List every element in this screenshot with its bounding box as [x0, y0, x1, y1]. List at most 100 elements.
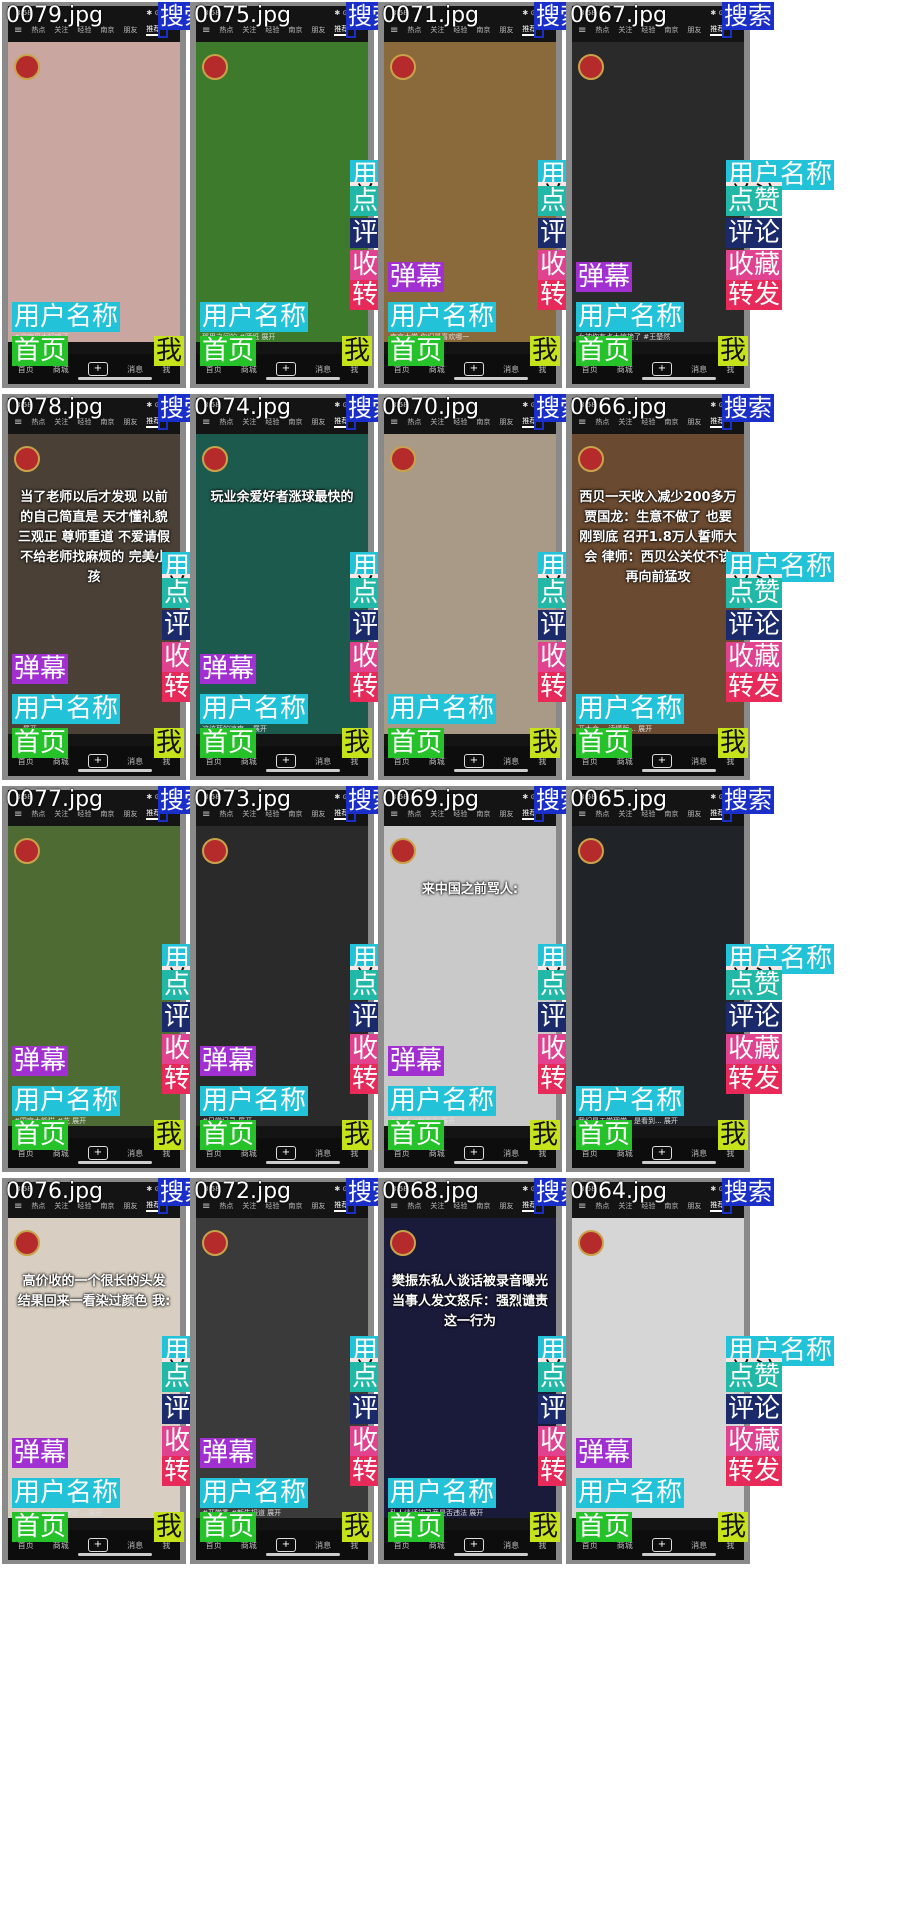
- create-button[interactable]: +: [275, 1146, 296, 1160]
- nav-tab[interactable]: 朋友: [311, 25, 325, 35]
- create-button[interactable]: +: [651, 1538, 672, 1552]
- nav-tab[interactable]: 朋友: [687, 1201, 701, 1211]
- bottom-tab[interactable]: 消息: [691, 756, 707, 767]
- video-content[interactable]: [384, 42, 556, 342]
- avatar[interactable]: [390, 1230, 416, 1256]
- bottom-tab[interactable]: 消息: [691, 364, 707, 375]
- avatar[interactable]: [390, 54, 416, 80]
- bottom-tab[interactable]: 消息: [315, 756, 331, 767]
- create-button[interactable]: +: [651, 754, 672, 768]
- bottom-tab[interactable]: 消息: [127, 364, 143, 375]
- create-button[interactable]: +: [87, 1146, 108, 1160]
- nav-tab[interactable]: 朋友: [123, 417, 137, 427]
- avatar[interactable]: [578, 838, 604, 864]
- avatar[interactable]: [390, 838, 416, 864]
- home-indicator: [78, 377, 152, 380]
- danmu-tag: 弹幕: [200, 1438, 257, 1468]
- bottom-tab[interactable]: 消息: [315, 1148, 331, 1159]
- create-button[interactable]: +: [87, 1538, 108, 1552]
- avatar[interactable]: [202, 1230, 228, 1256]
- me-tag: 我: [718, 1120, 749, 1150]
- screenshot-cell: 3:58✱ ⊙ ▲ ▮≡热点关注经验南京朋友推荐樊振东私人谈话被录音曝光 当事人…: [378, 1178, 647, 1564]
- create-button[interactable]: +: [651, 1146, 672, 1160]
- video-content[interactable]: [196, 42, 368, 342]
- bottom-tab[interactable]: 消息: [503, 1148, 519, 1159]
- favorite-tag: 收藏: [726, 1034, 783, 1064]
- nav-tab[interactable]: 朋友: [499, 25, 513, 35]
- nav-tab[interactable]: 朋友: [499, 1201, 513, 1211]
- bottom-tab[interactable]: 消息: [127, 1540, 143, 1551]
- video-content[interactable]: [196, 826, 368, 1126]
- bottom-tab[interactable]: 消息: [127, 1148, 143, 1159]
- video-content[interactable]: [8, 1218, 180, 1518]
- bottom-tab[interactable]: 消息: [315, 1540, 331, 1551]
- avatar[interactable]: [14, 838, 40, 864]
- nav-tab[interactable]: 朋友: [499, 417, 513, 427]
- file-label: 0078.jpg: [6, 395, 104, 420]
- create-button[interactable]: +: [87, 754, 108, 768]
- favorite-tag: 收藏: [726, 250, 783, 280]
- avatar[interactable]: [14, 1230, 40, 1256]
- danmu-tag: 弹幕: [200, 1046, 257, 1076]
- username-tag: 用户名称: [200, 1478, 309, 1508]
- nav-tab[interactable]: 朋友: [123, 1201, 137, 1211]
- avatar[interactable]: [578, 1230, 604, 1256]
- username-tag: 用户名称: [576, 694, 685, 724]
- bottom-tab[interactable]: 消息: [503, 1540, 519, 1551]
- bottom-tab[interactable]: 消息: [127, 756, 143, 767]
- create-button[interactable]: +: [275, 754, 296, 768]
- avatar[interactable]: [202, 446, 228, 472]
- nav-tab[interactable]: 朋友: [123, 25, 137, 35]
- create-button[interactable]: +: [463, 1538, 484, 1552]
- bottom-tab[interactable]: 消息: [503, 364, 519, 375]
- avatar[interactable]: [202, 838, 228, 864]
- create-button[interactable]: +: [463, 362, 484, 376]
- nav-tab[interactable]: 朋友: [311, 1201, 325, 1211]
- create-button[interactable]: +: [463, 754, 484, 768]
- home-tag: 首页: [576, 1120, 633, 1150]
- create-button[interactable]: +: [463, 1146, 484, 1160]
- video-content[interactable]: [8, 826, 180, 1126]
- avatar[interactable]: [578, 446, 604, 472]
- create-button[interactable]: +: [275, 362, 296, 376]
- nav-tab[interactable]: 朋友: [311, 417, 325, 427]
- create-button[interactable]: +: [651, 362, 672, 376]
- avatar[interactable]: [578, 54, 604, 80]
- username-tag: 用户名称: [200, 1086, 309, 1116]
- nav-tab[interactable]: 朋友: [687, 25, 701, 35]
- video-content[interactable]: [196, 434, 368, 734]
- video-content[interactable]: [572, 42, 744, 342]
- bottom-tab[interactable]: 消息: [691, 1148, 707, 1159]
- home-indicator: [266, 1553, 340, 1556]
- avatar[interactable]: [390, 446, 416, 472]
- video-content[interactable]: [572, 826, 744, 1126]
- nav-tab[interactable]: 朋友: [123, 809, 137, 819]
- avatar[interactable]: [14, 446, 40, 472]
- nav-tab[interactable]: 朋友: [499, 809, 513, 819]
- video-content[interactable]: [384, 826, 556, 1126]
- me-tag: 我: [342, 728, 373, 758]
- create-button[interactable]: +: [275, 1538, 296, 1552]
- search-bbox: [722, 812, 732, 822]
- screenshot-cell: 3:58✱ ⊙ ▲ ▮≡热点关注经验南京朋友推荐女神你有点太惊艳了 #王楚然首页…: [566, 2, 835, 388]
- username-tag: 用户名称: [576, 1086, 685, 1116]
- create-button[interactable]: +: [87, 362, 108, 376]
- video-content[interactable]: [572, 1218, 744, 1518]
- home-indicator: [266, 769, 340, 772]
- nav-tab[interactable]: 朋友: [687, 809, 701, 819]
- avatar[interactable]: [202, 54, 228, 80]
- bottom-tab[interactable]: 消息: [315, 364, 331, 375]
- avatar[interactable]: [14, 54, 40, 80]
- nav-tab[interactable]: 朋友: [311, 809, 325, 819]
- video-content[interactable]: [384, 434, 556, 734]
- bottom-tab[interactable]: 消息: [503, 756, 519, 767]
- video-content[interactable]: [384, 1218, 556, 1518]
- nav-tab[interactable]: 朋友: [687, 417, 701, 427]
- video-content[interactable]: [8, 42, 180, 342]
- video-overlay-text: 高价收的一个很长的头发 结果回来一看染过颜色 我:: [17, 1274, 171, 1309]
- video-overlay-text: 樊振东私人谈话被录音曝光 当事人发文怒斥：强烈谴责这一行为: [391, 1274, 548, 1329]
- bottom-tab[interactable]: 消息: [691, 1540, 707, 1551]
- search-bbox: [722, 1204, 732, 1214]
- video-content[interactable]: [196, 1218, 368, 1518]
- danmu-tag: 弹幕: [12, 654, 69, 684]
